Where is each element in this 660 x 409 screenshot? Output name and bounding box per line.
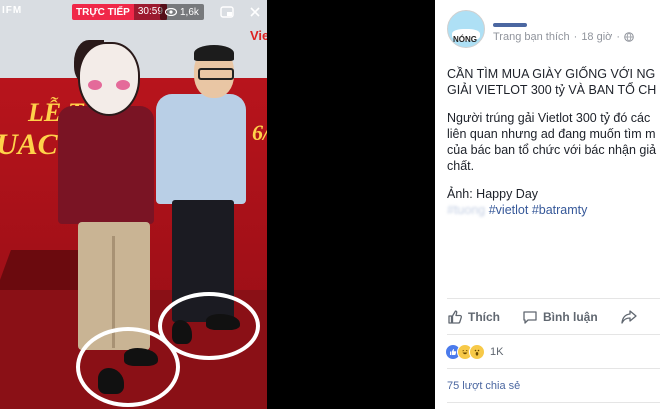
banner-text-bottom: UAC (0, 128, 58, 161)
mask-cheek-right (116, 80, 130, 90)
eye-icon (165, 8, 177, 16)
comment-label: Bình luận (543, 310, 598, 324)
page-avatar[interactable]: NÓNG (447, 10, 485, 48)
live-video-frame[interactable]: LỄ T UAC 6/5 Viet IFM TRỰC TIẾP 30:59 1,… (0, 0, 267, 409)
backdrop-brand: Viet (250, 28, 267, 43)
viewer-count-badge: 1,6k (160, 4, 204, 20)
divider (447, 368, 660, 369)
divider (447, 334, 660, 335)
banner-text-date: 6/5 (252, 120, 267, 145)
white-mask (78, 42, 140, 116)
divider (447, 298, 660, 299)
divider (447, 402, 660, 403)
body-line: của bác ban tổ chức với bác nhận giả (447, 143, 657, 157)
share-count-link[interactable]: 75 lượt chia sẻ (447, 380, 520, 392)
like-button[interactable]: Thích (447, 309, 500, 325)
hashtag-blurred[interactable]: #tuong (447, 203, 485, 217)
share-button[interactable] (620, 309, 643, 325)
masked-man-shirt (58, 106, 154, 224)
blue-shirt-man-hair (194, 45, 234, 61)
viewer-count: 1,6k (180, 6, 199, 18)
page-name-link[interactable] (493, 14, 533, 27)
shoe-highlight-circle (158, 292, 260, 360)
facebook-post: NÓNG Trang bạn thích · 18 giờ · CẦN TÌM … (435, 0, 660, 409)
live-overlay-bar: IFM TRỰC TIẾP 30:59 1,6k (0, 0, 267, 24)
photo-credit: Ảnh: Happy Day (447, 187, 539, 201)
body-line: chất. (447, 159, 475, 173)
comment-icon (523, 311, 537, 324)
body-line: Người trúng gải Vietlot 300 tỷ đó các (447, 111, 651, 125)
hashtag-vietlot[interactable]: #vietlot (489, 203, 529, 217)
live-label: TRỰC TIẾP (76, 6, 130, 18)
mask-cheek-left (88, 80, 102, 90)
blue-shirt-man-shirt (156, 94, 246, 204)
close-icon[interactable] (246, 3, 264, 21)
hashtag-line: #tuong #vietlot #batramty (447, 202, 660, 218)
post-meta: Trang bạn thích · 18 giờ · (493, 31, 634, 43)
pip-icon[interactable] (218, 3, 236, 21)
like-label: Thích (468, 310, 500, 324)
hashtag-batramty[interactable]: #batramty (532, 203, 588, 217)
live-badge: TRỰC TIẾP 30:59 (72, 4, 167, 20)
meta-dot: · (616, 31, 621, 43)
globe-icon (624, 32, 634, 42)
channel-logo: IFM (2, 5, 23, 16)
wow-reaction-icon (469, 344, 485, 360)
avatar-logo-text: NÓNG (453, 35, 477, 44)
post-time[interactable]: 18 giờ (581, 31, 612, 43)
headline-line: GIẢI VIETLOT 300 tỷ VÀ BAN TỔ CH (447, 83, 657, 97)
headline-line: CẦN TÌM MUA GIÀY GIỐNG VỚI NG (447, 67, 656, 81)
thumbs-up-icon (448, 310, 463, 324)
reaction-summary[interactable]: 1K (445, 344, 503, 360)
post-actions: Thích Bình luận (447, 306, 660, 328)
page-name-blurred (493, 23, 527, 27)
reaction-count: 1K (490, 346, 504, 358)
black-gap (267, 0, 435, 409)
page-liked-label: Trang bạn thích (493, 31, 570, 43)
body-line: liên quan nhưng ad đang muốn tìm m (447, 127, 656, 141)
post-body: CẦN TÌM MUA GIÀY GIỐNG VỚI NG GIẢI VIETL… (447, 66, 660, 218)
glasses (198, 68, 234, 80)
share-arrow-icon (621, 310, 637, 324)
comment-button[interactable]: Bình luận (522, 309, 598, 325)
meta-dot: · (573, 31, 578, 43)
